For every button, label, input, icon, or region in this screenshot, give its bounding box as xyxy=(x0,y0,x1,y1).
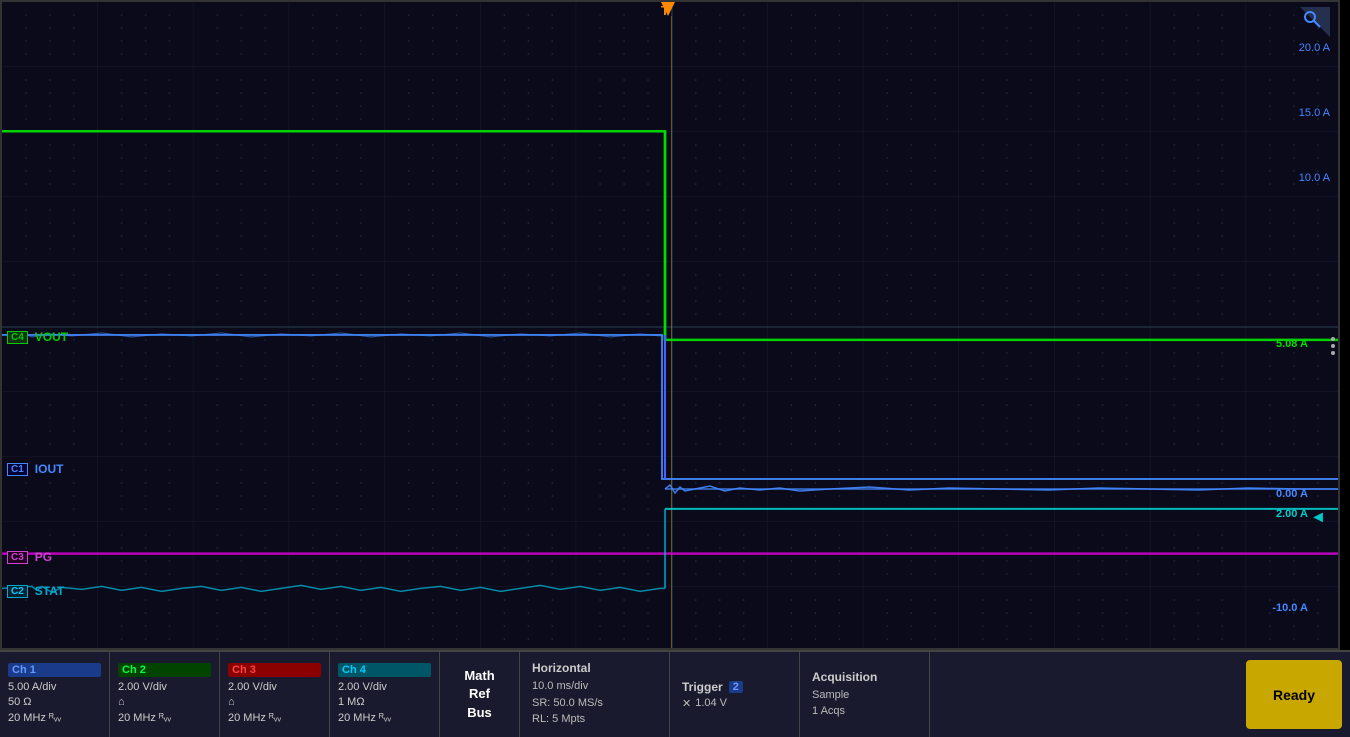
acquisition-detail: Sample 1 Acqs xyxy=(812,687,917,720)
horizontal-info[interactable]: Horizontal 10.0 ms/div SR: 50.0 MS/s RL:… xyxy=(520,652,670,737)
oscilloscope-screen: T C4 VOUT C1 IOUT C3 xyxy=(0,0,1340,650)
ch2-header: Ch 2 xyxy=(118,663,211,677)
neg10-label: -10.0 A xyxy=(1272,602,1308,614)
horizontal-label: Horizontal xyxy=(532,661,657,675)
vout-right-label: 5.08 A xyxy=(1276,338,1308,350)
bottom-panel: Ch 1 5.00 A/div 50 Ω 20 MHz ᴿᵥᵥ Ch 2 2.0… xyxy=(0,650,1350,737)
ch1-detail: 5.00 A/div 50 Ω 20 MHz ᴿᵥᵥ xyxy=(8,680,101,726)
ch3-label: C3 PG xyxy=(7,550,52,564)
y-label-10: 10.0 A xyxy=(1299,172,1330,184)
horizontal-detail: 10.0 ms/div SR: 50.0 MS/s RL: 5 Mpts xyxy=(532,678,657,728)
math-ref-bus-button[interactable]: Math Ref Bus xyxy=(440,652,520,737)
ref-right-label: 2.00 A xyxy=(1276,508,1308,520)
ch3-header: Ch 3 xyxy=(228,663,321,677)
trigger-ch-badge: 2 xyxy=(729,681,743,693)
ch2-detail: 2.00 V/div ⌂ 20 MHz ᴿᵥᵥ xyxy=(118,680,211,726)
trigger-info[interactable]: Trigger 2 ✕ 1.04 V xyxy=(670,652,800,737)
ch3-detail: 2.00 V/div ⌂ 20 MHz ᴿᵥᵥ xyxy=(228,680,321,726)
ch4-detail: 2.00 V/div 1 MΩ 20 MHz ᴿᵥᵥ xyxy=(338,680,431,726)
ch2-label: C2 STAT xyxy=(7,584,64,598)
ch4-label: C4 VOUT xyxy=(7,330,68,344)
ch2-info[interactable]: Ch 2 2.00 V/div ⌂ 20 MHz ᴿᵥᵥ xyxy=(110,652,220,737)
ch1-header: Ch 1 xyxy=(8,663,101,677)
acquisition-info[interactable]: Acquisition Sample 1 Acqs xyxy=(800,652,930,737)
ch1-label: C1 IOUT xyxy=(7,462,63,476)
ch4-info[interactable]: Ch 4 2.00 V/div 1 MΩ 20 MHz ᴿᵥᵥ xyxy=(330,652,440,737)
trigger-detail: ✕ 1.04 V xyxy=(682,697,787,710)
iout-right-label: 0.00 A xyxy=(1276,488,1308,500)
y-label-15: 15.0 A xyxy=(1299,107,1330,119)
ch3-info[interactable]: Ch 3 2.00 V/div ⌂ 20 MHz ᴿᵥᵥ xyxy=(220,652,330,737)
ready-button[interactable]: Ready xyxy=(1246,660,1342,729)
zoom-icon[interactable] xyxy=(1300,7,1330,37)
three-dots-menu[interactable] xyxy=(1331,337,1335,355)
trigger-header: Trigger 2 xyxy=(682,680,787,694)
ref-arrow: ◄ xyxy=(1310,509,1326,527)
waveforms xyxy=(2,2,1338,648)
ch1-info[interactable]: Ch 1 5.00 A/div 50 Ω 20 MHz ᴿᵥᵥ xyxy=(0,652,110,737)
acquisition-label: Acquisition xyxy=(812,670,917,684)
y-label-20: 20.0 A xyxy=(1299,42,1330,54)
ch4-header: Ch 4 xyxy=(338,663,431,677)
